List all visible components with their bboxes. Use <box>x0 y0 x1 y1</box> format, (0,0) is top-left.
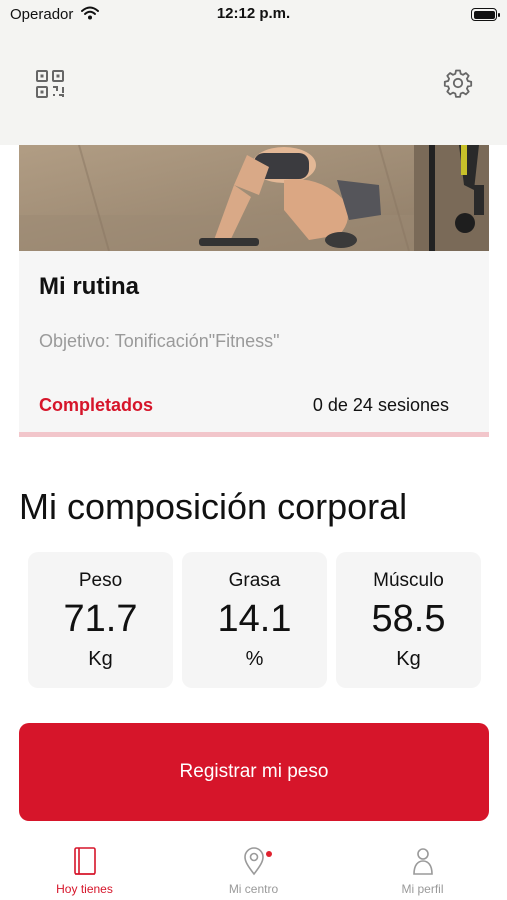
metric-unit: Kg <box>396 648 421 670</box>
metric-unit: % <box>245 648 264 670</box>
tab-bar: Hoy tienes Mi centro Mi perfil <box>0 838 507 900</box>
metric-card-fat: Grasa 14.1 % <box>182 552 327 688</box>
qr-code-button[interactable] <box>34 68 66 100</box>
status-bar: Operador 12:12 p.m. <box>0 0 507 30</box>
routine-title: Mi rutina <box>39 273 139 300</box>
metric-unit: Kg <box>88 648 113 670</box>
tab-mi-perfil[interactable]: Mi perfil <box>338 846 507 900</box>
metric-value: 58.5 <box>371 598 446 640</box>
register-weight-button[interactable]: Registrar mi peso <box>19 723 489 821</box>
metric-card-weight: Peso 71.7 Kg <box>28 552 173 688</box>
routine-card[interactable]: Mi rutina Objetivo: Tonificación"Fitness… <box>19 145 489 437</box>
metric-label: Músculo <box>373 570 444 591</box>
tab-label: Hoy tienes <box>56 882 113 896</box>
tab-label: Mi perfil <box>401 882 444 896</box>
person-icon <box>412 848 433 875</box>
sessions-progress-bar <box>19 432 489 437</box>
sessions-count: 0 de 24 sesiones <box>312 395 449 415</box>
completed-label: Completados <box>39 395 154 415</box>
metric-card-muscle: Músculo 58.5 Kg <box>336 552 481 688</box>
composition-title: Mi composición corporal <box>19 486 408 527</box>
location-pin-icon <box>243 847 264 876</box>
routine-goal: Objetivo: Tonificación"Fitness" <box>39 331 280 351</box>
metric-label: Peso <box>78 570 123 591</box>
top-bar <box>0 30 507 145</box>
book-icon <box>73 847 96 875</box>
routine-photo <box>19 145 489 251</box>
metric-value: 71.7 <box>63 598 138 640</box>
tab-mi-centro[interactable]: Mi centro <box>169 846 338 900</box>
qr-code-icon <box>36 70 64 98</box>
metric-value: 14.1 <box>217 598 292 640</box>
notification-badge <box>266 851 272 857</box>
register-weight-label: Registrar mi peso <box>179 761 329 782</box>
battery-icon <box>471 8 500 21</box>
tab-label: Mi centro <box>228 882 279 896</box>
settings-button[interactable] <box>443 68 473 98</box>
clock: 12:12 p.m. <box>216 5 291 22</box>
tab-hoy-tienes[interactable]: Hoy tienes <box>0 846 169 900</box>
metric-label: Grasa <box>228 570 281 591</box>
gear-icon <box>443 69 473 98</box>
